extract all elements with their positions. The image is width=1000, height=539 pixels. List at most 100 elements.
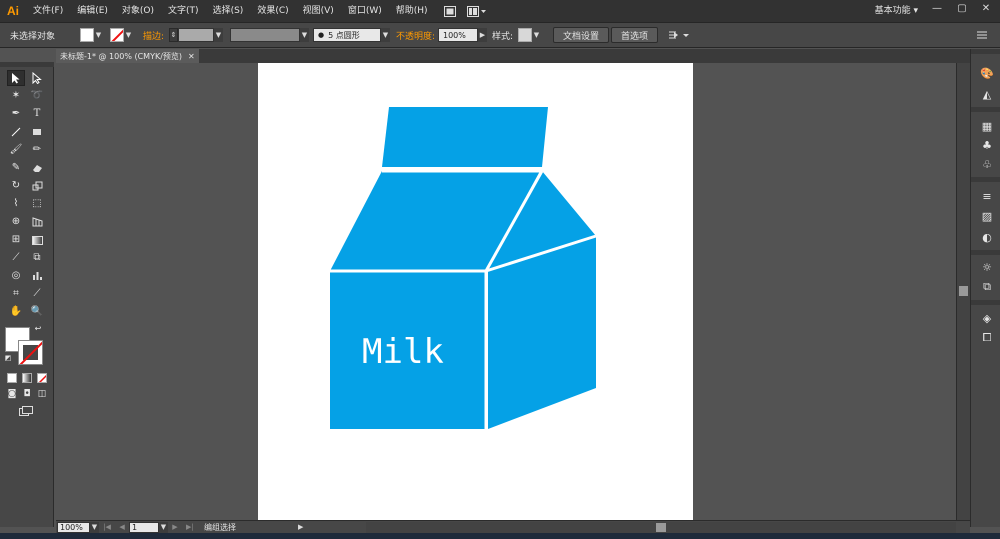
arrange-documents-icon[interactable] — [465, 3, 489, 19]
zoom-level-field[interactable]: 100% — [57, 521, 90, 533]
chevron-right-icon[interactable]: ▶ — [478, 28, 487, 42]
perspective-grid-tool-icon[interactable] — [28, 214, 46, 230]
free-transform-tool-icon[interactable]: ⬚ — [28, 196, 46, 212]
pen-tool-icon[interactable]: ✒ — [7, 106, 25, 122]
opacity-input[interactable]: 100% — [438, 28, 478, 42]
symbol-sprayer-tool-icon[interactable]: ◎ — [7, 268, 25, 284]
eyedropper-tool-icon[interactable]: ⟋ — [7, 250, 25, 266]
width-tool-icon[interactable]: ⌇ — [7, 196, 25, 212]
magic-wand-tool-icon[interactable]: ✶ — [7, 88, 25, 104]
rotate-tool-icon[interactable]: ↻ — [7, 178, 25, 194]
panel-grip[interactable] — [971, 177, 1000, 182]
eraser-tool-icon[interactable] — [28, 160, 46, 176]
column-graph-tool-icon[interactable] — [28, 268, 46, 284]
brush-definition-field[interactable]: ● 5 点圆形 — [313, 28, 381, 42]
vertical-scroll-thumb[interactable] — [959, 286, 968, 296]
preferences-button[interactable]: 首选项 — [611, 27, 659, 43]
opacity-label[interactable]: 不透明度: — [396, 23, 435, 47]
artboards-panel-icon[interactable]: ⧠ — [979, 331, 995, 345]
rectangle-tool-icon[interactable] — [28, 124, 46, 140]
document-tab[interactable]: 未标题-1* @ 100% (CMYK/预览) ✕ — [56, 49, 199, 63]
menu-file[interactable]: 文件(F) — [26, 0, 70, 22]
variable-width-profile[interactable]: ▼ — [230, 23, 309, 47]
slice-tool-icon[interactable]: ⟋ — [28, 286, 46, 302]
chevron-down-icon[interactable]: ▼ — [94, 28, 103, 42]
line-segment-tool-icon[interactable] — [7, 124, 25, 140]
gradient-tool-icon[interactable] — [28, 232, 46, 248]
selection-tool-icon[interactable] — [7, 70, 25, 86]
panel-grip[interactable] — [971, 49, 1000, 54]
fill-color-picker[interactable]: ▼ — [80, 23, 103, 47]
draw-inside-icon[interactable]: ◫ — [35, 388, 49, 400]
artboard[interactable]: Milk — [258, 63, 693, 520]
menu-type[interactable]: 文字(T) — [161, 0, 206, 22]
stroke-swatch[interactable] — [18, 340, 43, 365]
stroke-panel-icon[interactable]: ≡ — [979, 189, 995, 203]
color-guide-icon[interactable]: ◭ — [979, 87, 995, 101]
draw-behind-icon[interactable]: ◘ — [20, 388, 34, 400]
type-tool-icon[interactable]: T — [28, 106, 46, 122]
gradient-mode-icon[interactable] — [22, 373, 32, 383]
close-icon[interactable]: ✕ — [188, 52, 195, 61]
stroke-weight-control[interactable]: ⇕ ▼ — [169, 23, 223, 47]
document-setup-button[interactable]: 文档设置 — [553, 27, 610, 43]
color-panel-icon[interactable]: 🎨 — [979, 66, 995, 80]
symbols-panel-icon[interactable]: ♧ — [979, 157, 995, 171]
menu-select[interactable]: 选择(S) — [206, 0, 251, 22]
chevron-down-icon[interactable]: ▼ — [300, 28, 309, 42]
menu-view[interactable]: 视图(V) — [296, 0, 341, 22]
chevron-down-icon[interactable]: ▼ — [90, 521, 99, 533]
chevron-down-icon[interactable]: ▼ — [381, 28, 390, 42]
milk-carton-group[interactable]: Milk — [330, 107, 597, 429]
graphic-style-swatch[interactable] — [518, 28, 532, 42]
color-mode-icon[interactable] — [7, 373, 17, 383]
horizontal-scroll-thumb[interactable] — [656, 523, 666, 532]
chevron-down-icon[interactable]: ▼ — [532, 28, 541, 42]
stroke-color-picker[interactable]: ▼ — [110, 23, 133, 47]
chevron-down-icon[interactable]: ▼ — [214, 28, 223, 42]
variable-width-field[interactable] — [230, 28, 300, 42]
pencil-tool-icon[interactable]: ✏ — [28, 142, 46, 158]
fill-color-swatch[interactable] — [80, 28, 94, 42]
blend-tool-icon[interactable]: ⧉ — [28, 250, 46, 266]
panel-menu-icon[interactable] — [976, 23, 988, 47]
paintbrush-tool-icon[interactable]: 🖌 — [7, 142, 25, 158]
arrange-icon[interactable] — [668, 23, 690, 47]
workspace-switcher[interactable]: 基本功能 ▾ — [875, 0, 918, 22]
direct-selection-tool-icon[interactable] — [28, 70, 46, 86]
minimize-button[interactable]: — — [925, 0, 949, 16]
chevron-down-icon[interactable]: ▼ — [124, 28, 133, 42]
appearance-panel-icon[interactable]: ☼ — [979, 260, 995, 274]
graphic-styles-panel-icon[interactable]: ⧉ — [979, 280, 995, 294]
zoom-tool-icon[interactable]: 🔍 — [28, 304, 46, 320]
opacity-control[interactable]: 100% ▶ — [438, 23, 487, 47]
transparency-panel-icon[interactable]: ◐ — [979, 230, 995, 244]
none-mode-icon[interactable] — [37, 373, 47, 383]
close-window-button[interactable]: ✕ — [974, 0, 998, 16]
first-prev-artboard-icon[interactable]: |◀ ◀ — [99, 523, 129, 531]
stepper-icon[interactable]: ⇕ — [169, 28, 178, 42]
brush-definition[interactable]: ● 5 点圆形 ▼ — [313, 23, 390, 47]
maximize-button[interactable]: ▢ — [950, 0, 974, 16]
gradient-panel-icon[interactable]: ▨ — [979, 209, 995, 223]
default-colors-icon[interactable]: ◩ — [3, 353, 13, 363]
panel-grip[interactable] — [971, 107, 1000, 112]
menu-window[interactable]: 窗口(W) — [341, 0, 389, 22]
layers-panel-icon[interactable]: ◈ — [979, 311, 995, 325]
swatches-panel-icon[interactable]: ▦ — [979, 119, 995, 133]
panel-grip[interactable] — [0, 62, 54, 67]
stroke-none-swatch[interactable] — [110, 28, 124, 42]
artboard-tool-icon[interactable]: ⌗ — [7, 286, 25, 302]
menu-edit[interactable]: 编辑(E) — [70, 0, 115, 22]
scale-tool-icon[interactable] — [28, 178, 46, 194]
vertical-scrollbar[interactable] — [956, 63, 970, 520]
artboard-number-field[interactable]: 1 — [129, 521, 159, 533]
menu-help[interactable]: 帮助(H) — [389, 0, 435, 22]
mesh-tool-icon[interactable]: ⊞ — [7, 232, 25, 248]
milk-label[interactable]: Milk — [362, 332, 444, 372]
bridge-icon[interactable] — [441, 3, 459, 19]
status-menu-icon[interactable]: ▶ — [298, 523, 308, 531]
graphic-style-picker[interactable]: ▼ — [518, 23, 541, 47]
screen-mode-icon[interactable] — [17, 405, 35, 417]
stroke-label[interactable]: 描边: — [143, 23, 164, 47]
